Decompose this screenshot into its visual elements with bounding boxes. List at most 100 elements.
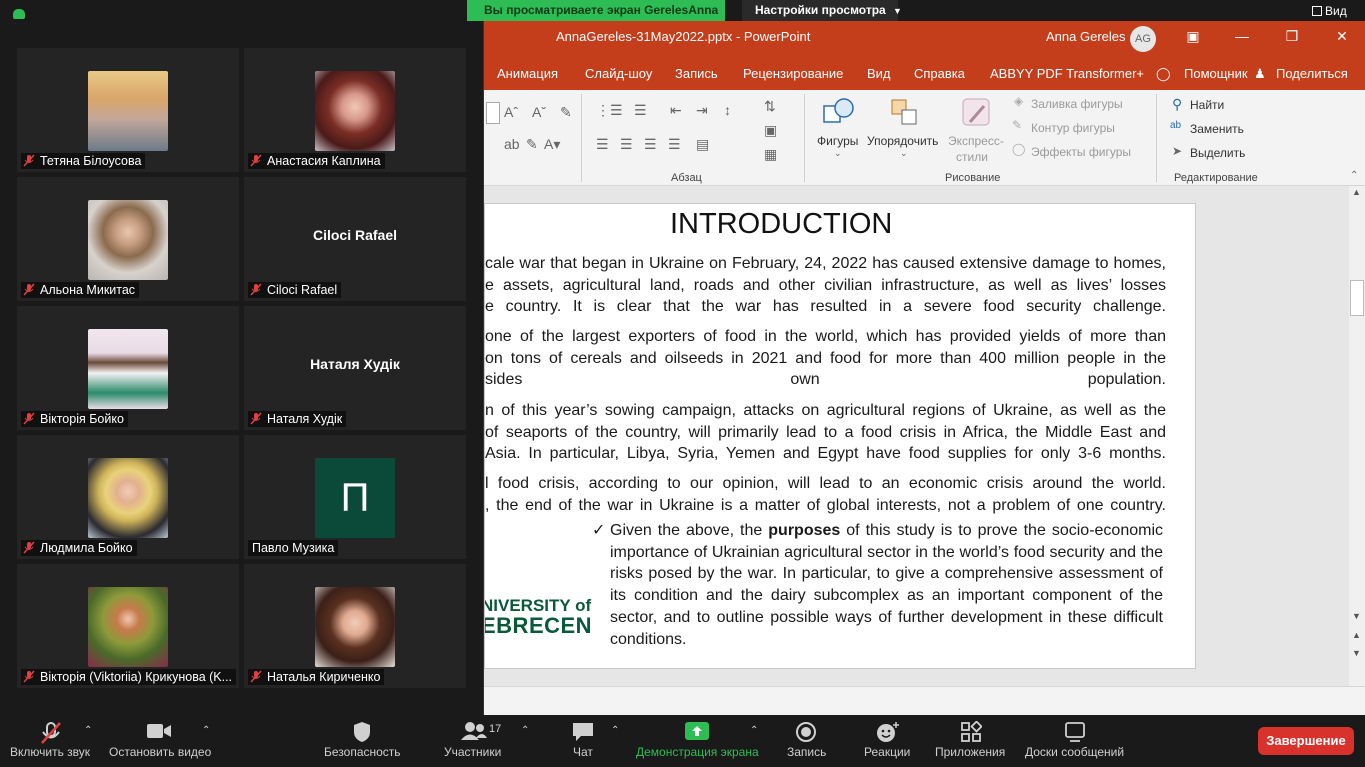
unmute-button[interactable]: Включить звук (0, 715, 100, 767)
quick-styles-icon[interactable] (960, 96, 994, 130)
tab-review[interactable]: Рецензирование (743, 66, 843, 81)
chat-icon (573, 723, 593, 741)
align-text-icon[interactable]: ▣ (764, 122, 777, 139)
justify-icon[interactable]: ☰ (668, 136, 681, 153)
view-settings-button[interactable]: Настройки просмотра ▼ (742, 0, 902, 21)
security-button[interactable]: Безопасность (320, 715, 404, 767)
status-bar (484, 686, 1365, 715)
quick-styles-button[interactable]: Экспресс- (948, 134, 1004, 148)
avatar[interactable]: AG (1130, 26, 1156, 52)
stop-video-label: Остановить видео (109, 745, 212, 759)
scroll-down-icon[interactable]: ▼ (1352, 611, 1361, 621)
purpose-bold: purposes (768, 522, 841, 539)
participant-photo (315, 587, 395, 667)
next-slide-icon[interactable]: ▼ (1352, 648, 1361, 658)
chat-caret-icon[interactable]: ⌃ (611, 725, 619, 736)
shape-fill-button[interactable]: Заливка фигуры (1031, 97, 1123, 111)
prev-slide-icon[interactable]: ▲ (1352, 630, 1361, 640)
tab-view[interactable]: Вид (867, 66, 891, 81)
shape-outline-button[interactable]: Контур фигуры (1031, 121, 1115, 135)
participant-tile[interactable]: Наталья Кириченко (244, 564, 466, 688)
decrease-indent-icon[interactable]: ⇤ (670, 102, 682, 119)
highlight-icon[interactable]: ✎ (526, 136, 538, 153)
smartart-icon[interactable]: ▦ (764, 146, 777, 163)
audio-options-caret-icon[interactable]: ⌃ (84, 725, 92, 736)
increase-indent-icon[interactable]: ⇥ (696, 102, 708, 119)
view-button[interactable]: Вид (1312, 2, 1347, 20)
shapes-icon[interactable] (822, 96, 856, 130)
align-left-icon[interactable]: ☰ (596, 136, 609, 153)
tab-assistant[interactable]: Помощник (1184, 66, 1248, 81)
tab-animation[interactable]: Анимация (497, 66, 558, 81)
participant-tile[interactable]: Альона Микитас (17, 177, 239, 301)
participant-label: Павло Музика (248, 540, 339, 556)
participant-tile[interactable]: Анастасия Каплина (244, 48, 466, 172)
view-settings-label: Настройки просмотра (755, 3, 886, 17)
align-center-icon[interactable]: ☰ (620, 136, 633, 153)
record-button[interactable]: Запись (780, 715, 834, 767)
shape-effects-button[interactable]: Эффекты фигуры (1031, 145, 1131, 159)
account-name[interactable]: Anna Gereles (1046, 29, 1126, 44)
stop-video-button[interactable]: Остановить видео (106, 715, 211, 767)
purpose-prefix: Given the above, the (610, 522, 769, 539)
apps-button[interactable]: Приложения (932, 715, 1012, 767)
char-spacing-icon[interactable]: ab (504, 136, 520, 152)
arrange-icon[interactable] (888, 96, 922, 130)
video-options-caret-icon[interactable]: ⌃ (202, 725, 210, 736)
reactions-button[interactable]: Реакции (860, 715, 916, 767)
participant-name: Тетяна Білоусова (40, 154, 142, 168)
record-label: Запись (787, 745, 827, 759)
share-button[interactable]: Поделиться (1276, 66, 1348, 81)
increase-font-icon[interactable]: Aˆ (504, 104, 518, 120)
share-caret-icon[interactable]: ⌃ (750, 725, 758, 736)
tab-help[interactable]: Справка (914, 66, 965, 81)
slide[interactable]: INTRODUCTION cale war that began in Ukra… (484, 203, 1196, 669)
participants-caret-icon[interactable]: ⌃ (521, 725, 529, 736)
participant-tile[interactable]: Тетяна Білоусова (17, 48, 239, 172)
whiteboards-button[interactable]: Доски сообщений (1020, 715, 1130, 767)
font-color-icon[interactable]: A▾ (544, 136, 560, 153)
participant-tile[interactable]: Ciloci Rafael Ciloci Rafael (244, 177, 466, 301)
text-direction-icon[interactable]: ⇅ (764, 98, 776, 115)
columns-icon[interactable]: ▤ (696, 136, 709, 153)
line-spacing-icon[interactable]: ↕ (724, 102, 731, 118)
restore-icon[interactable]: ❐ (1280, 28, 1304, 45)
font-size-box[interactable] (486, 102, 500, 124)
numbering-icon[interactable]: ☰ (634, 102, 647, 119)
participant-tile[interactable]: П Павло Музика (244, 435, 466, 559)
scrollbar-thumb[interactable] (1350, 280, 1364, 316)
zoom-top-bar: Вы просматриваете экран GerelesAnna Наст… (0, 0, 1365, 21)
bullets-icon[interactable]: ⋮☰ (596, 102, 623, 119)
participant-initial: П (315, 458, 395, 538)
participant-tile[interactable]: Людмила Бойко (17, 435, 239, 559)
chat-button[interactable]: Чат (563, 715, 603, 767)
tab-slideshow[interactable]: Слайд-шоу (585, 66, 652, 81)
scroll-up-icon[interactable]: ▲ (1352, 187, 1361, 197)
participants-button[interactable]: 17 Участники (440, 715, 510, 767)
align-right-icon[interactable]: ☰ (644, 136, 657, 153)
participant-tile[interactable]: Вікторія (Viktoriia) Крикунова (K... (17, 564, 239, 688)
tab-abbyy[interactable]: ABBYY PDF Transformer+ (990, 66, 1144, 81)
participant-tile[interactable]: Вікторія Бойко (17, 306, 239, 430)
minimize-icon[interactable]: — (1230, 28, 1254, 44)
tab-record[interactable]: Запись (675, 66, 718, 81)
vertical-scrollbar[interactable]: ▲ ▼ ▲ ▼ (1349, 186, 1365, 686)
decrease-font-icon[interactable]: Aˇ (532, 104, 546, 120)
collapse-ribbon-icon[interactable]: ⌃ (1350, 170, 1358, 181)
participant-name: Вікторія Бойко (40, 412, 124, 426)
end-meeting-button[interactable]: Завершение (1258, 727, 1354, 755)
ribbon-display-icon[interactable]: ▣ (1181, 28, 1205, 45)
share-screen-button[interactable]: Демонстрация экрана (630, 715, 764, 767)
paragraph-line: e country. It is clear that the war has … (485, 298, 1166, 315)
select-button[interactable]: Выделить (1190, 146, 1245, 160)
participant-name: Наталья Кириченко (267, 670, 381, 684)
close-icon[interactable]: ✕ (1330, 28, 1354, 45)
muted-mic-icon (23, 412, 35, 425)
find-button[interactable]: Найти (1190, 98, 1224, 112)
logo-line-2: EBRECEN (484, 613, 593, 638)
clear-format-icon[interactable]: ✎ (560, 104, 572, 121)
participant-tile[interactable]: Наталя Худік Наталя Худік (244, 306, 466, 430)
replace-button[interactable]: Заменить (1190, 122, 1244, 136)
arrange-button[interactable]: Упорядочить (867, 134, 938, 148)
shapes-button[interactable]: Фигуры (817, 134, 858, 148)
